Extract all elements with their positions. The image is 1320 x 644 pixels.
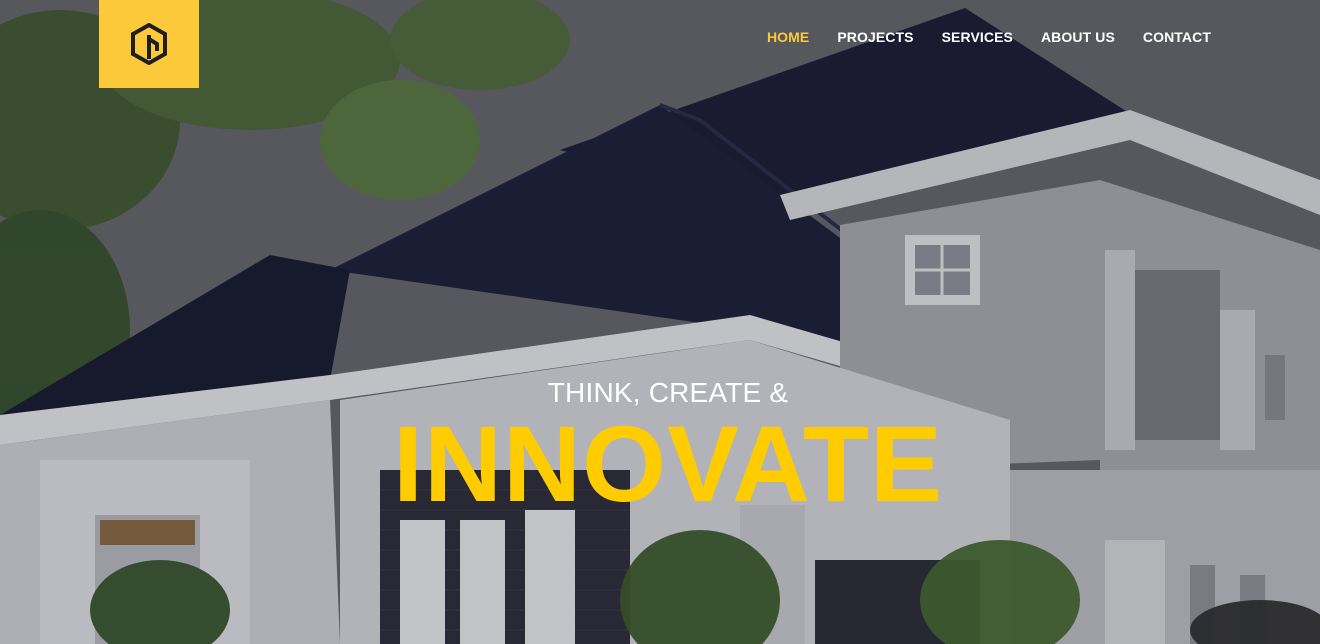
nav-services[interactable]: SERVICES [942,29,1013,45]
nav-projects[interactable]: PROJECTS [837,29,913,45]
hero-section: HOME PROJECTS SERVICES ABOUT US CONTACT … [0,0,1320,644]
hexagon-logo-icon [131,23,167,65]
logo[interactable] [99,0,199,88]
hero-headline: INNOVATE [392,403,943,524]
nav-about-us[interactable]: ABOUT US [1041,29,1115,45]
dark-overlay [0,0,1320,644]
nav-home[interactable]: HOME [767,29,809,45]
main-nav: HOME PROJECTS SERVICES ABOUT US CONTACT [767,29,1211,45]
nav-contact[interactable]: CONTACT [1143,29,1211,45]
